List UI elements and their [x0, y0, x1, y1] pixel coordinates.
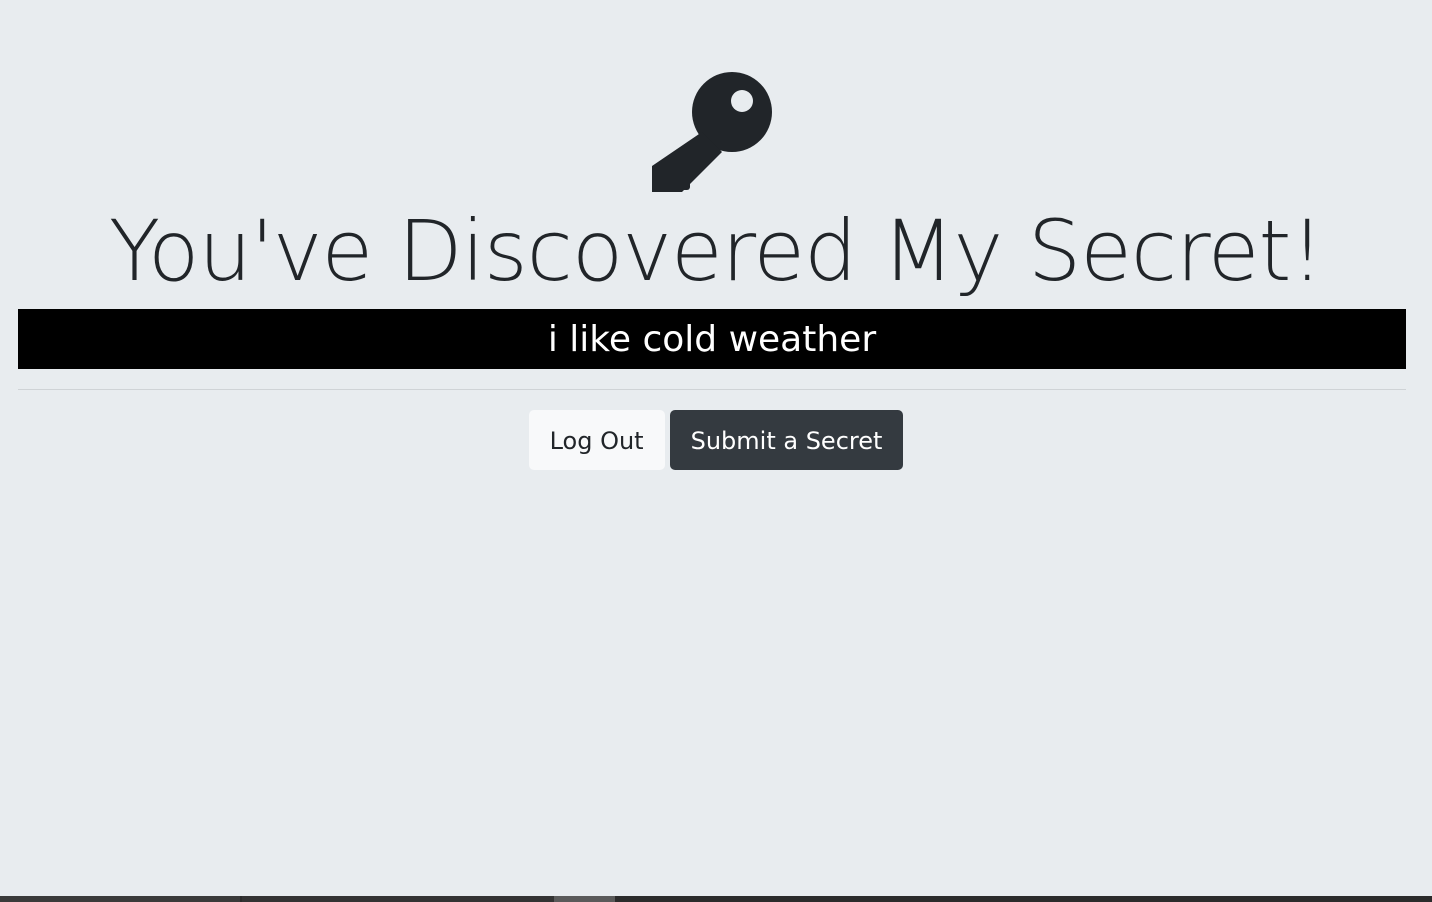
- action-buttons: Log Out Submit a Secret: [0, 410, 1432, 470]
- key-icon: [652, 72, 772, 192]
- page-title: You've Discovered My Secret!: [108, 202, 1324, 300]
- secret-text: i like cold weather: [18, 309, 1406, 369]
- secrets-page: You've Discovered My Secret! i like cold…: [0, 0, 1432, 902]
- divider: [18, 389, 1406, 390]
- taskbar: [0, 896, 1432, 902]
- taskbar-segment: [554, 896, 615, 902]
- logout-button[interactable]: Log Out: [528, 410, 665, 470]
- taskbar-segment: [0, 896, 240, 902]
- submit-secret-button[interactable]: Submit a Secret: [669, 410, 904, 470]
- taskbar-segment: [242, 896, 554, 902]
